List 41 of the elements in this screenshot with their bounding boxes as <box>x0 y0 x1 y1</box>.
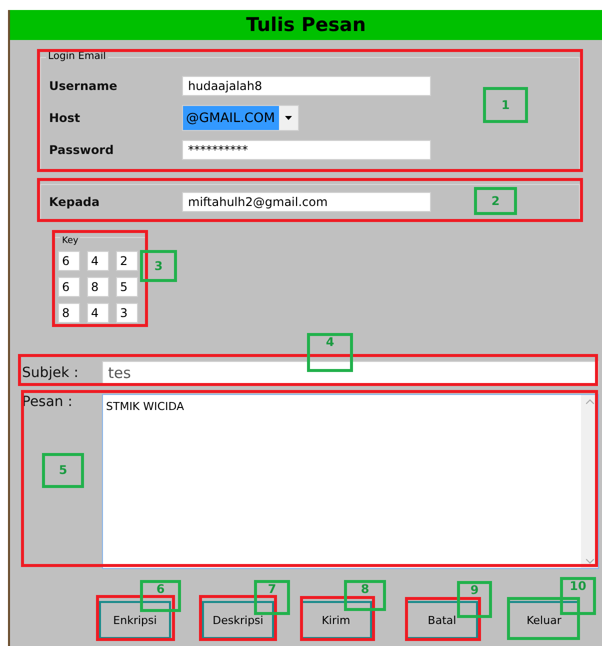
field-label: Host <box>49 111 82 125</box>
window-title: Tulis Pesan <box>10 10 602 40</box>
input-field[interactable]: miftahulh2@gmail.com <box>182 192 431 212</box>
callout-number: 1 <box>483 87 528 123</box>
key-input-field[interactable]: 3 <box>116 303 138 323</box>
field-label: Username <box>49 79 118 93</box>
key-input-field[interactable]: 6 <box>58 277 80 297</box>
callout-number: 6 <box>140 580 181 612</box>
key-input-field[interactable]: 4 <box>87 303 109 323</box>
key-input-field[interactable]: 6 <box>58 251 80 271</box>
field-label: Kepada <box>49 195 101 209</box>
input-field[interactable]: hudaajalah8 <box>182 76 431 96</box>
callout-number: 8 <box>344 580 386 611</box>
action-button[interactable]: Enkripsi <box>99 601 171 639</box>
callout-number: 2 <box>474 187 517 215</box>
key-input-field[interactable]: 4 <box>87 251 109 271</box>
subject-field[interactable]: tes <box>102 360 599 386</box>
callout-number: 9 <box>457 581 492 618</box>
key-input-field[interactable]: 8 <box>87 277 109 297</box>
key-input-field[interactable]: 8 <box>58 303 80 323</box>
host-dropdown[interactable]: @GMAIL.COM <box>182 105 299 131</box>
group-title: Key <box>60 235 80 247</box>
field-label: Pesan : <box>22 394 74 410</box>
callout-number: 7 <box>254 580 290 615</box>
scroll-down-icon[interactable] <box>586 559 594 564</box>
key-input-field[interactable]: 2 <box>116 251 138 271</box>
callout-number: 4 <box>307 333 353 372</box>
group-title: Login Email <box>46 51 108 63</box>
callout-number: 3 <box>140 250 177 282</box>
callout-number: 5 <box>42 453 84 488</box>
caret-icon <box>285 116 292 120</box>
callout-number: 10 <box>560 577 596 615</box>
input-field[interactable]: ********** <box>182 140 431 160</box>
message-area[interactable]: STMIK WICIDA <box>102 394 599 569</box>
message-text: STMIK WICIDA <box>105 399 185 415</box>
field-label: Password <box>49 143 115 157</box>
key-input-field[interactable]: 5 <box>116 277 138 297</box>
action-button[interactable]: Batal <box>406 601 478 639</box>
action-button[interactable]: Deskripsi <box>202 601 274 639</box>
scroll-up-icon[interactable] <box>586 399 594 404</box>
field-label: Subjek : <box>22 365 80 381</box>
